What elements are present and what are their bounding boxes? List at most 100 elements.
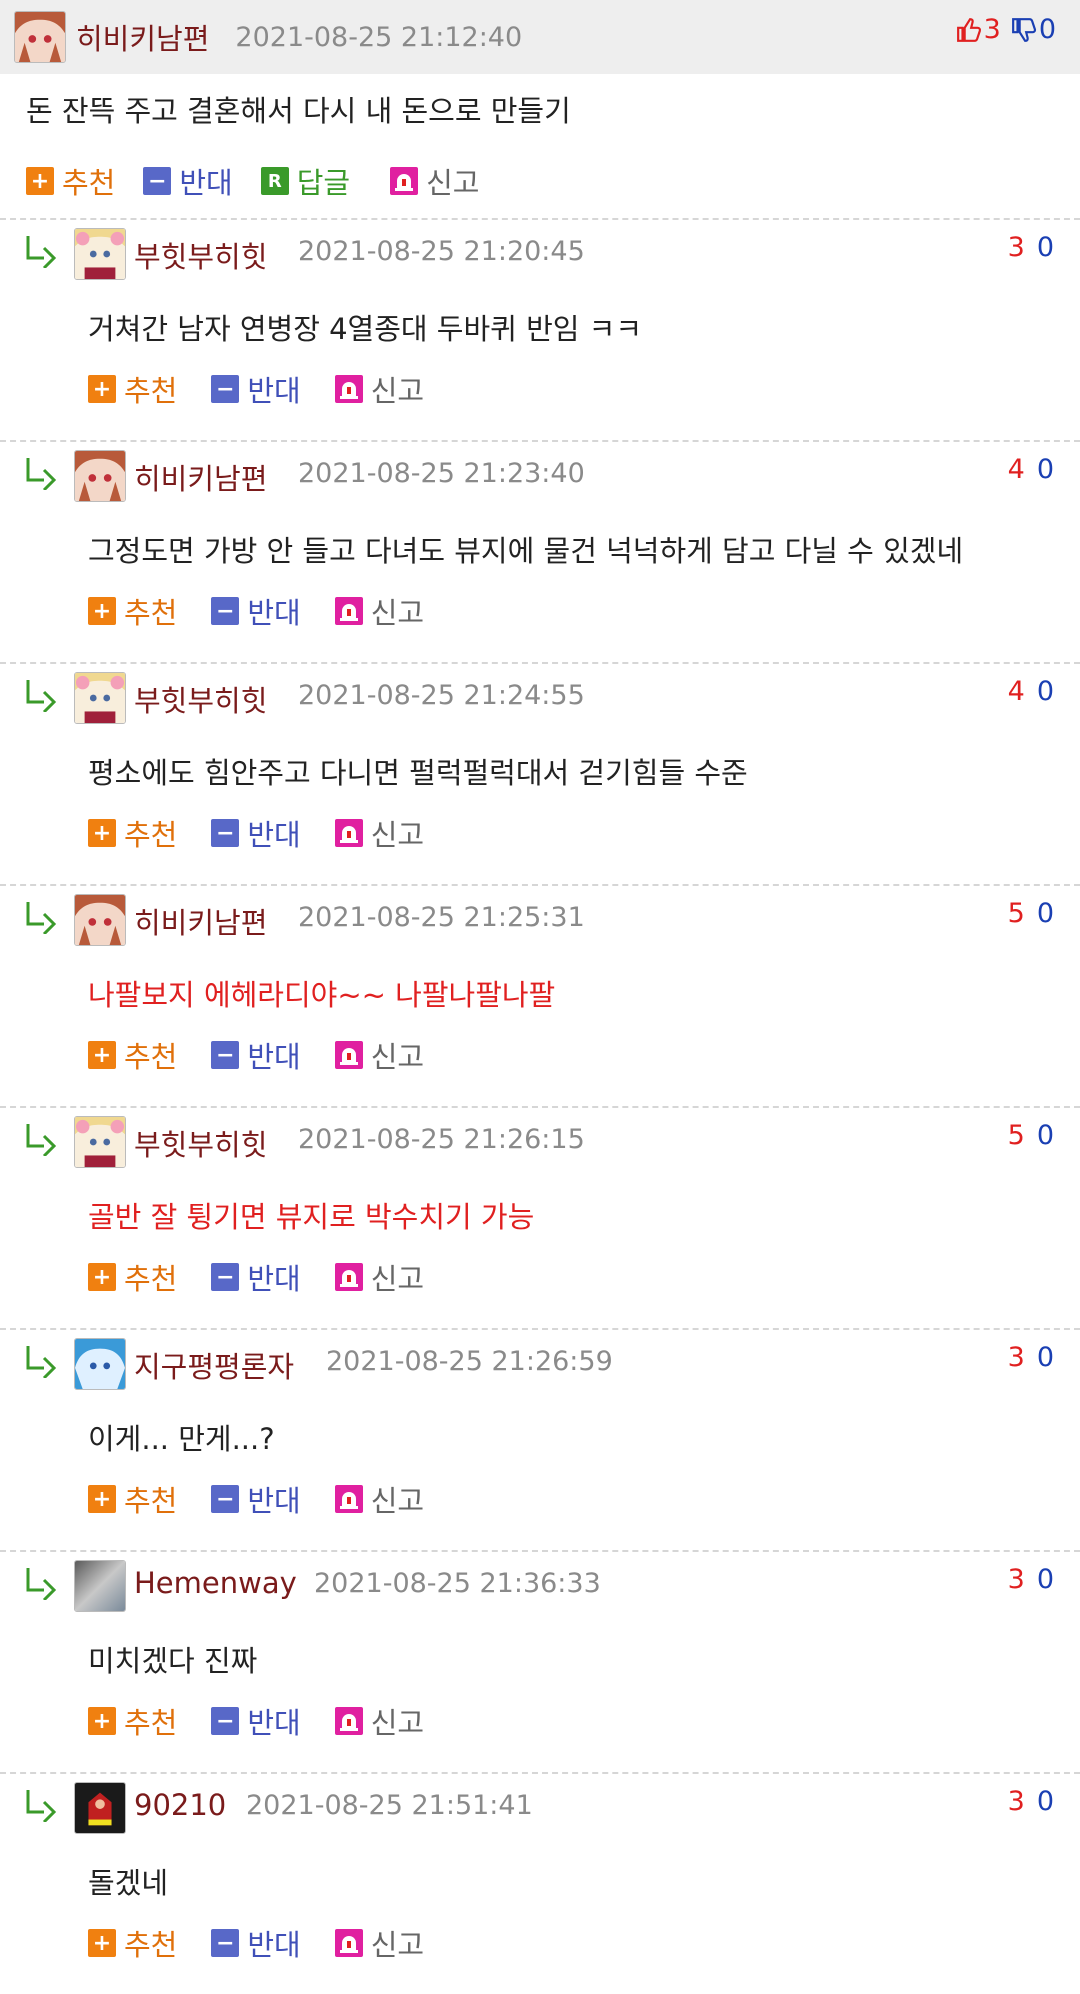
avatar[interactable] — [14, 11, 66, 63]
avatar[interactable] — [74, 450, 126, 502]
report-label: 신고 — [370, 1484, 425, 1518]
vote-score: 30 — [1008, 1564, 1054, 1595]
plus-icon: + — [88, 819, 116, 847]
oppose-button[interactable]: − 반대 — [211, 1256, 301, 1298]
report-button[interactable]: 신고 — [334, 812, 424, 854]
oppose-button[interactable]: − 반대 — [143, 160, 233, 202]
vote-score: 30 — [1008, 1342, 1054, 1373]
oppose-label: 반대 — [247, 1040, 301, 1074]
nickname[interactable]: 부힛부히힛 — [134, 1122, 267, 1164]
recommend-label: 추천 — [124, 596, 178, 630]
vote-score: 50 — [1008, 1120, 1054, 1151]
nickname[interactable]: 부힛부히힛 — [134, 678, 267, 720]
recommend-label: 추천 — [124, 1262, 178, 1296]
timestamp: 2021-08-25 21:24:55 — [298, 680, 585, 711]
nickname[interactable]: 히비키남편 — [76, 16, 209, 58]
thumbs-down-icon[interactable] — [1011, 17, 1037, 43]
report-button[interactable]: 신고 — [334, 368, 425, 410]
recommend-button[interactable]: + 추천 — [88, 812, 177, 854]
recommend-button[interactable]: + 추천 — [26, 160, 115, 202]
reply-button[interactable]: R 답글 — [260, 160, 350, 202]
avatar[interactable] — [74, 1782, 126, 1834]
timestamp: 2021-08-25 21:51:41 — [246, 1790, 533, 1821]
comment-body: 거쳐간 남자 연병장 4열종대 두바퀴 반임 ㅋㅋ — [88, 312, 643, 346]
recommend-label: 추천 — [124, 1484, 178, 1518]
oppose-label: 반대 — [247, 1262, 301, 1296]
minus-icon: − — [211, 1263, 240, 1291]
plus-icon: + — [26, 167, 54, 195]
report-button[interactable]: 신고 — [334, 1922, 424, 1964]
nickname[interactable]: 히비키남편 — [134, 456, 267, 498]
avatar[interactable] — [74, 1116, 126, 1168]
up-count: 5 — [1007, 898, 1025, 929]
timestamp: 2021-08-25 21:23:40 — [298, 458, 585, 489]
comment-actions: + 추천 − 반대 신고 — [88, 368, 458, 410]
oppose-button[interactable]: − 반대 — [211, 1922, 301, 1964]
reply-arrow-icon — [26, 680, 57, 712]
nickname[interactable]: Hemenway — [134, 1566, 297, 1600]
recommend-button[interactable]: + 추천 — [88, 1034, 177, 1076]
recommend-button[interactable]: + 추천 — [88, 368, 177, 410]
oppose-label: 반대 — [247, 818, 301, 852]
comment-body: 미치겠다 진짜 — [88, 1644, 258, 1678]
avatar[interactable] — [74, 1560, 126, 1612]
plus-icon: + — [88, 1707, 116, 1735]
reply-item: 히비키남편 2021-08-25 21:23:40 40 그정도면 가방 안 들… — [0, 440, 1080, 662]
report-button[interactable]: 신고 — [334, 1256, 424, 1298]
recommend-label: 추천 — [124, 1928, 178, 1962]
oppose-button[interactable]: − 반대 — [211, 1700, 301, 1742]
plus-icon: + — [88, 375, 116, 403]
oppose-button[interactable]: − 반대 — [211, 590, 301, 632]
avatar[interactable] — [74, 1338, 126, 1390]
avatar[interactable] — [74, 894, 126, 946]
down-count: 0 — [1038, 14, 1056, 45]
reply-arrow-icon — [26, 1568, 57, 1600]
minus-icon: − — [211, 597, 240, 625]
report-button[interactable]: 신고 — [334, 1700, 424, 1742]
recommend-label: 추천 — [124, 1040, 178, 1074]
nickname[interactable]: 부힛부히힛 — [134, 234, 267, 276]
recommend-button[interactable]: + 추천 — [88, 1478, 177, 1520]
reply-item: 히비키남편 2021-08-25 21:25:31 50 나팔보지 에헤라디야~… — [0, 884, 1080, 1106]
oppose-button[interactable]: − 반대 — [211, 1034, 301, 1076]
recommend-button[interactable]: + 추천 — [88, 1922, 177, 1964]
up-count: 3 — [1007, 1786, 1025, 1817]
reply-item: 90210 2021-08-25 21:51:41 30 돌겠네 + 추천 − … — [0, 1772, 1080, 1994]
report-label: 신고 — [426, 166, 480, 200]
down-count: 0 — [1036, 1120, 1054, 1151]
nickname[interactable]: 지구평평론자 — [134, 1344, 294, 1386]
siren-icon — [334, 1041, 363, 1069]
thumbs-up-icon[interactable] — [956, 17, 982, 43]
oppose-label: 반대 — [247, 596, 301, 630]
vote-summary: 3 0 — [956, 14, 1056, 45]
nickname[interactable]: 90210 — [134, 1788, 226, 1822]
report-button[interactable]: 신고 — [334, 1034, 424, 1076]
oppose-label: 반대 — [247, 374, 301, 408]
down-count: 0 — [1036, 1786, 1054, 1817]
minus-icon: − — [211, 1041, 240, 1069]
report-button[interactable]: 신고 — [334, 1478, 425, 1520]
siren-icon — [334, 1263, 363, 1291]
report-button[interactable]: 신고 — [390, 160, 480, 202]
reply-arrow-icon — [26, 458, 57, 490]
reply-item: 부힛부히힛 2021-08-25 21:24:55 40 평소에도 힘안주고 다… — [0, 662, 1080, 884]
oppose-button[interactable]: − 반대 — [211, 368, 301, 410]
avatar[interactable] — [74, 672, 126, 724]
comment-body: 나팔보지 에헤라디야~~ 나팔나팔나팔 — [88, 978, 556, 1012]
recommend-button[interactable]: + 추천 — [88, 590, 177, 632]
nickname[interactable]: 히비키남편 — [134, 900, 267, 942]
down-count: 0 — [1036, 454, 1054, 485]
recommend-button[interactable]: + 추천 — [88, 1256, 177, 1298]
comment-actions: + 추천 − 반대 신고 — [88, 812, 458, 854]
avatar[interactable] — [74, 228, 126, 280]
comment-body: 이게... 만게...? — [88, 1422, 275, 1456]
report-label: 신고 — [370, 374, 425, 408]
comment-body: 그정도면 가방 안 들고 다녀도 뷰지에 물건 넉넉하게 담고 다닐 수 있겠네 — [88, 534, 964, 568]
report-button[interactable]: 신고 — [334, 590, 424, 632]
comment-actions: + 추천 − 반대 신고 — [88, 1700, 458, 1742]
oppose-button[interactable]: − 반대 — [211, 812, 301, 854]
up-count: 5 — [1007, 1120, 1025, 1151]
oppose-button[interactable]: − 반대 — [211, 1478, 301, 1520]
up-count: 4 — [1007, 676, 1025, 707]
recommend-button[interactable]: + 추천 — [88, 1700, 177, 1742]
